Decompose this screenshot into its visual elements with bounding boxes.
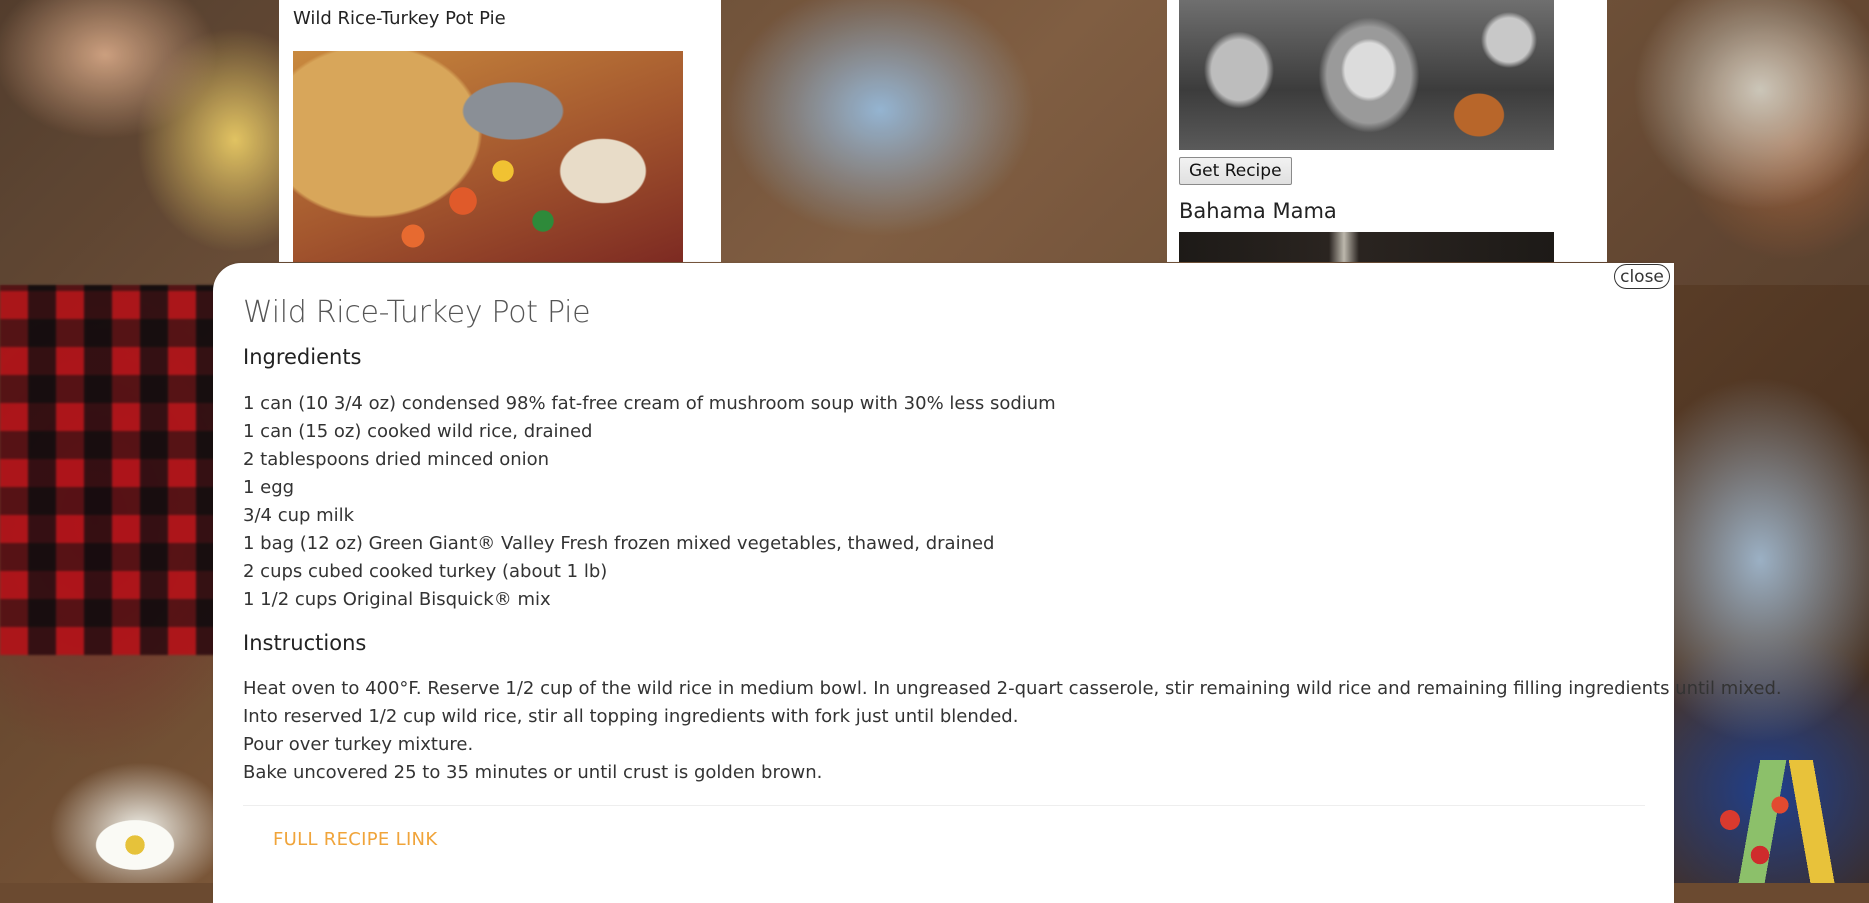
instruction-step: Heat oven to 400°F. Reserve 1/2 cup of t…: [243, 678, 1782, 699]
punch-glassware-photo: [1179, 0, 1554, 150]
recipe-card-title-bahama-mama[interactable]: Bahama Mama: [1179, 199, 1337, 223]
instructions-list: Heat oven to 400°F. Reserve 1/2 cup of t…: [243, 675, 1782, 787]
pot-pie-photo[interactable]: [293, 51, 683, 262]
ingredient-item: 2 cups cubed cooked turkey (about 1 lb): [243, 561, 608, 582]
ingredient-item: 1 can (10 3/4 oz) condensed 98% fat-free…: [243, 393, 1056, 414]
close-button[interactable]: close: [1614, 264, 1670, 289]
instruction-step: Bake uncovered 25 to 35 minutes or until…: [243, 762, 823, 783]
full-recipe-link[interactable]: FULL RECIPE LINK: [273, 829, 437, 850]
recipe-title: Wild Rice-Turkey Pot Pie: [243, 295, 591, 330]
divider: [243, 805, 1645, 806]
get-recipe-button[interactable]: Get Recipe: [1179, 157, 1292, 185]
instruction-step: Into reserved 1/2 cup wild rice, stir al…: [243, 706, 1019, 727]
instruction-step: Pour over turkey mixture.: [243, 734, 474, 755]
ingredient-item: 1 1/2 cups Original Bisquick® mix: [243, 589, 551, 610]
ingredient-item: 1 egg: [243, 477, 295, 498]
recipe-card-title: Wild Rice-Turkey Pot Pie: [293, 8, 506, 29]
recipe-card-blurred: [723, 0, 1165, 262]
ingredient-item: 1 bag (12 oz) Green Giant® Valley Fresh …: [243, 533, 995, 554]
bahama-mama-photo[interactable]: [1179, 232, 1554, 262]
ingredient-item: 1 can (15 oz) cooked wild rice, drained: [243, 421, 593, 442]
ingredients-list: 1 can (10 3/4 oz) condensed 98% fat-free…: [243, 390, 1056, 614]
ingredient-item: 2 tablespoons dried minced onion: [243, 449, 550, 470]
ingredient-item: 3/4 cup milk: [243, 505, 355, 526]
ingredients-heading: Ingredients: [243, 345, 362, 369]
instructions-heading: Instructions: [243, 631, 367, 655]
recipe-card-pot-pie[interactable]: Wild Rice-Turkey Pot Pie: [279, 0, 721, 262]
background-plaid-shirt: [0, 285, 215, 655]
background-flowers: [80, 800, 190, 883]
recipe-card-drinks: Get Recipe Bahama Mama: [1167, 0, 1607, 262]
